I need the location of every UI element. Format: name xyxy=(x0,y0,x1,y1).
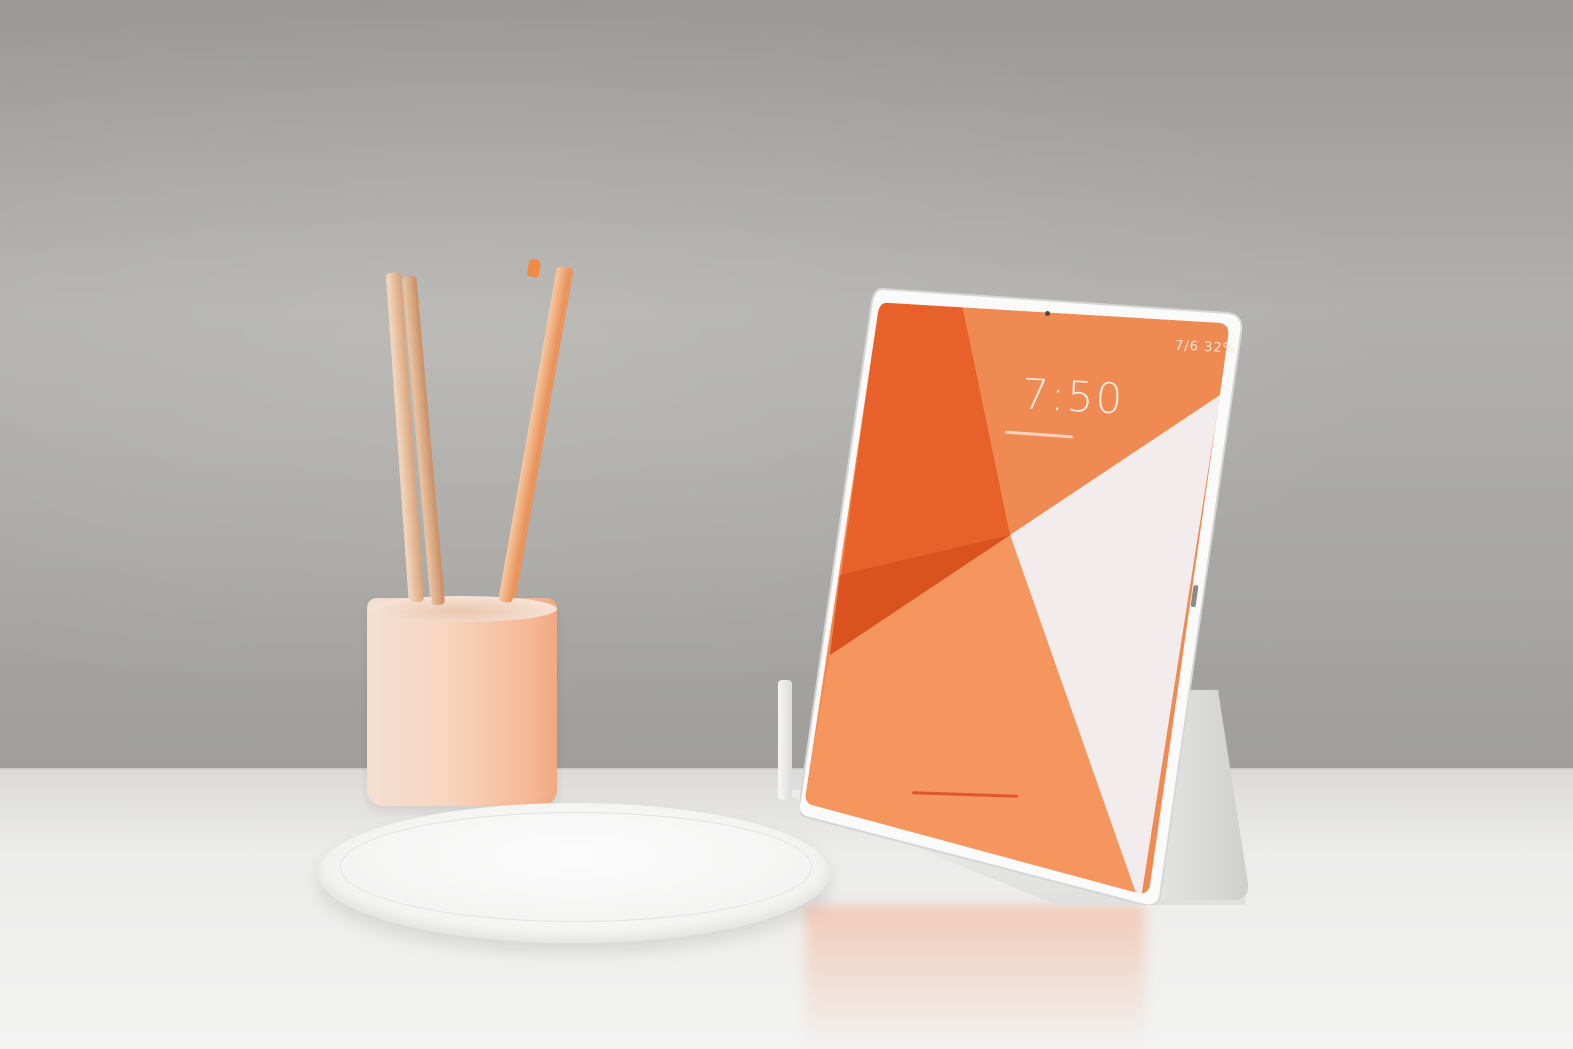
tablet-clock: 7:50 xyxy=(1020,369,1126,424)
pencil-cup-rim xyxy=(367,596,557,622)
tablet-stand-lip xyxy=(778,680,792,800)
tablet-camera xyxy=(1045,311,1050,316)
tablet-status-bar: 7/6 32% xyxy=(1174,338,1237,357)
tablet-reflection xyxy=(805,905,1145,1049)
wall-background xyxy=(0,0,1573,775)
pencil-cup xyxy=(367,598,557,806)
plate-inner xyxy=(340,812,812,922)
